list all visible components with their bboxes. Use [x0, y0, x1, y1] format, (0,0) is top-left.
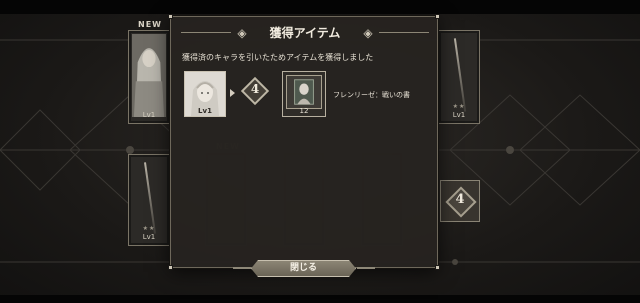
top-bar — [0, 0, 640, 14]
background-limit-badge: 4 — [440, 180, 480, 222]
card-level: Lv1 — [142, 233, 156, 241]
character-art — [132, 34, 166, 118]
background-weapon-card[interactable]: ★★ Lv1 — [128, 154, 170, 246]
spear-icon — [453, 38, 467, 112]
card-level: Lv1 — [142, 111, 156, 119]
button-ornament — [233, 267, 251, 269]
button-ornament — [357, 267, 375, 269]
item-card: 12 — [282, 71, 326, 117]
bottom-bar — [0, 295, 640, 303]
corner-ornament — [168, 265, 173, 270]
card-stars: ★★ — [452, 103, 466, 110]
limit-break-value: 4 — [250, 82, 260, 96]
arrow-right-icon — [230, 89, 235, 97]
acquired-item-dialog: ◈ ◈ 獲得アイテム 獲得済のキャラを引いたためアイテムを獲得しました Lv1 … — [168, 14, 440, 270]
dialog-title: 獲得アイテム — [269, 26, 341, 40]
book-item-icon — [286, 75, 322, 109]
duplicate-character-card: Lv1 — [184, 71, 226, 117]
card-level: Lv1 — [452, 111, 466, 119]
card-stars: ★★ — [142, 225, 156, 232]
corner-ornament — [168, 14, 173, 19]
limit-break-badge: 4 — [240, 76, 270, 106]
limit-value: 4 — [455, 192, 465, 207]
item-name: フレンリーゼ：戦いの書 — [333, 91, 410, 99]
dialog-header: ◈ ◈ 獲得アイテム — [181, 24, 429, 42]
character-level: Lv1 — [198, 107, 212, 115]
new-tag: NEW — [138, 20, 162, 29]
corner-ornament — [435, 14, 440, 19]
item-count: 12 — [299, 107, 309, 115]
background-weapon-card[interactable]: ★★ Lv1 — [438, 30, 480, 124]
corner-ornament — [435, 265, 440, 270]
dialog-message: 獲得済のキャラを引いたためアイテムを獲得しました — [182, 53, 374, 62]
spear-icon — [143, 162, 157, 234]
close-button[interactable]: 閉じる — [251, 260, 356, 277]
background-character-card[interactable]: Lv1 — [128, 30, 170, 124]
